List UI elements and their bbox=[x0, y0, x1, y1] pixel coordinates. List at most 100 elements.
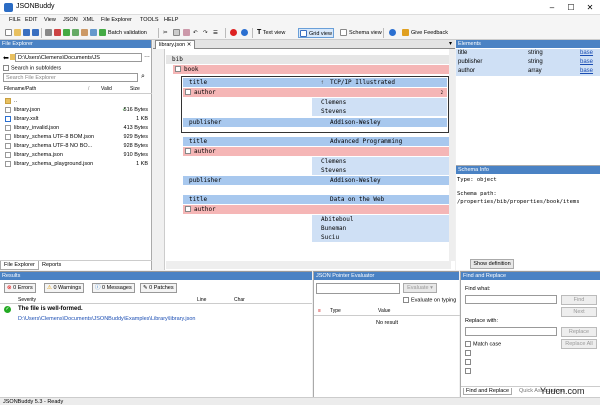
file-row[interactable]: library_schema_playground.json 1 KB bbox=[0, 160, 152, 168]
json-grid[interactable]: bib book title f TCP/IP Illustrated author… bbox=[166, 49, 456, 261]
find-button[interactable]: Find bbox=[561, 295, 597, 305]
menu-bar: FILE EDIT View JSON XML File Explorer TO… bbox=[0, 15, 600, 26]
grid-row-author[interactable]: author bbox=[183, 147, 449, 156]
element-row[interactable]: publisher string base bbox=[456, 58, 600, 67]
file-row[interactable]: library.json ✓ 516 Bytes bbox=[0, 106, 152, 114]
file-row[interactable]: library_schema UTF-8 BOM.json 929 Bytes bbox=[0, 133, 152, 141]
menu-file[interactable]: FILE bbox=[9, 17, 21, 23]
search-icon[interactable]: ⌕ bbox=[141, 73, 145, 81]
file-row[interactable]: library_schema UTF-8 NO BO... 928 Bytes bbox=[0, 142, 152, 150]
menu-tools[interactable]: TOOLS bbox=[140, 17, 159, 23]
help-icon[interactable] bbox=[388, 28, 399, 38]
redo-icon[interactable]: ↷ bbox=[202, 28, 209, 38]
tab-library-json[interactable]: library.json ✕ bbox=[155, 40, 196, 49]
result-message: The file is well-formed. bbox=[18, 306, 83, 312]
text-view-button[interactable]: T Text view bbox=[256, 28, 286, 38]
match-case-checkbox[interactable]: Match case bbox=[465, 341, 501, 347]
file-row[interactable]: library_schema.json 910 Bytes bbox=[0, 151, 152, 159]
file-explorer-panel: File Explorer ⬅ D:\Users\Clemens\Documen… bbox=[0, 40, 152, 270]
file-row[interactable]: .. bbox=[0, 97, 152, 105]
tab-file-explorer[interactable]: File Explorer bbox=[0, 261, 39, 270]
close-icon[interactable]: ✕ bbox=[580, 0, 600, 15]
run-icon[interactable] bbox=[240, 28, 251, 38]
minimize-icon[interactable]: – bbox=[542, 0, 562, 15]
grid-row-title[interactable]: title Advanced Programming bbox=[183, 137, 449, 146]
results-panel: Results ⊗ 0 Errors ⚠ 0 Warnings ⓘ 0 Mess… bbox=[0, 271, 312, 397]
file-row[interactable]: library_invalid.json 413 Bytes bbox=[0, 124, 152, 132]
elements-panel: Elements title string base publisher string… bbox=[456, 40, 600, 165]
grid-row-value[interactable]: Abiteboul bbox=[312, 215, 449, 224]
grid-row-author[interactable]: author 2 bbox=[183, 88, 447, 97]
replace-button[interactable]: Replace bbox=[561, 327, 597, 337]
watermark: Yuucn.com bbox=[540, 386, 585, 396]
undo-icon[interactable]: ↶ bbox=[192, 28, 199, 38]
next-button[interactable]: Next bbox=[561, 307, 597, 317]
json-pointer-panel: JSON Pointer Evaluator Evaluate ▾ Evalua… bbox=[313, 271, 460, 397]
messages-filter-button[interactable]: ⓘ 0 Messages bbox=[92, 283, 135, 293]
elements-title: Elements bbox=[456, 40, 600, 48]
grid-row-value[interactable]: Buneman bbox=[312, 224, 449, 233]
json-pointer-input[interactable] bbox=[316, 283, 400, 294]
search-input[interactable]: Search File Explorer bbox=[3, 73, 138, 82]
grid-row-value[interactable]: Stevens bbox=[312, 107, 447, 116]
menu-file-explorer[interactable]: File Explorer bbox=[101, 17, 132, 23]
schema-path-label: Schema path: bbox=[457, 191, 497, 197]
grid-row-bib[interactable]: bib bbox=[166, 55, 449, 64]
grid-row-publisher[interactable]: publisher Addison-Wesley bbox=[183, 176, 449, 185]
menu-json[interactable]: JSON bbox=[63, 17, 78, 23]
schema-type: Type: object bbox=[457, 177, 497, 183]
search-subfolders-checkbox[interactable]: Search in subfolders bbox=[3, 65, 61, 71]
warnings-filter-button[interactable]: ⚠ 0 Warnings bbox=[44, 283, 85, 293]
menu-help[interactable]: HELP bbox=[164, 17, 178, 23]
grid-row-publisher[interactable]: publisher Addison-Wesley bbox=[183, 118, 447, 127]
menu-view[interactable]: View bbox=[44, 17, 56, 23]
grid-row-value[interactable]: Suciu bbox=[312, 233, 449, 242]
tab-reports[interactable]: Reports bbox=[42, 262, 61, 268]
file-row[interactable]: library.xslt 1 KB bbox=[0, 115, 152, 123]
errors-filter-button[interactable]: ⊗ 0 Errors bbox=[4, 283, 36, 293]
back-icon[interactable]: ⬅ bbox=[3, 54, 9, 62]
option-checkbox[interactable] bbox=[465, 368, 473, 374]
tab-list-icon[interactable]: ▾ bbox=[449, 40, 452, 47]
find-input[interactable] bbox=[465, 295, 557, 304]
element-row[interactable]: title string base bbox=[456, 49, 600, 58]
maximize-icon[interactable]: ☐ bbox=[561, 0, 581, 15]
grid-view-button[interactable]: Grid view bbox=[298, 28, 334, 38]
browse-button[interactable]: … bbox=[144, 53, 150, 59]
schema-view-button[interactable]: Schema view bbox=[339, 28, 383, 38]
schema-info-panel: Schema Info Type: object Schema path: /p… bbox=[456, 165, 600, 270]
option-checkbox[interactable] bbox=[465, 359, 473, 365]
indent-icon[interactable]: ☰ bbox=[212, 28, 219, 38]
grid-row-title[interactable]: title f TCP/IP Illustrated bbox=[183, 78, 447, 87]
show-definition-button[interactable]: Show definition bbox=[470, 259, 514, 269]
option-checkbox[interactable] bbox=[465, 350, 473, 356]
stop-icon[interactable] bbox=[229, 28, 240, 38]
success-icon: ✓ bbox=[4, 306, 11, 313]
give-feedback-button[interactable]: Give Feedback bbox=[401, 28, 449, 38]
replace-all-button[interactable]: Replace All bbox=[561, 339, 597, 349]
element-row[interactable]: author array base bbox=[456, 67, 600, 76]
editor-tabs: library.json ✕ ▾ bbox=[153, 40, 455, 49]
grid-row-title[interactable]: title Data on the Web bbox=[183, 195, 449, 204]
menu-edit[interactable]: EDIT bbox=[25, 17, 38, 23]
patches-filter-button[interactable]: ✎ 0 Patches bbox=[140, 283, 177, 293]
evaluate-on-typing-checkbox[interactable]: Evaluate on typing bbox=[403, 297, 456, 303]
grid-row-value[interactable]: Stevens bbox=[312, 166, 449, 175]
editor-gutter bbox=[153, 49, 165, 270]
batch-validation-button[interactable]: Batch validation bbox=[98, 28, 148, 38]
horizontal-scrollbar[interactable] bbox=[166, 261, 451, 269]
window-title: JSONBuddy bbox=[16, 3, 55, 10]
schema-info-title: Schema Info bbox=[456, 166, 600, 174]
tab-find-replace[interactable]: Find and Replace bbox=[463, 388, 513, 395]
result-file-path[interactable]: D:\Users\Clemens\Documents\JSONBuddy\Exa… bbox=[18, 316, 196, 322]
path-input[interactable]: D:\Users\Clemens\Documents\JS bbox=[15, 53, 142, 62]
evaluate-button[interactable]: Evaluate ▾ bbox=[403, 283, 437, 293]
menu-xml[interactable]: XML bbox=[83, 17, 94, 23]
grid-row-author[interactable]: author bbox=[183, 205, 449, 214]
grid-row-value[interactable]: Clemens bbox=[312, 98, 447, 107]
grid-row-value[interactable]: Clemens bbox=[312, 157, 449, 166]
replace-input[interactable] bbox=[465, 327, 557, 336]
cut-icon[interactable]: ✂ bbox=[162, 28, 169, 38]
grid-row-book[interactable]: book bbox=[173, 65, 449, 74]
vertical-scrollbar[interactable] bbox=[449, 49, 455, 261]
